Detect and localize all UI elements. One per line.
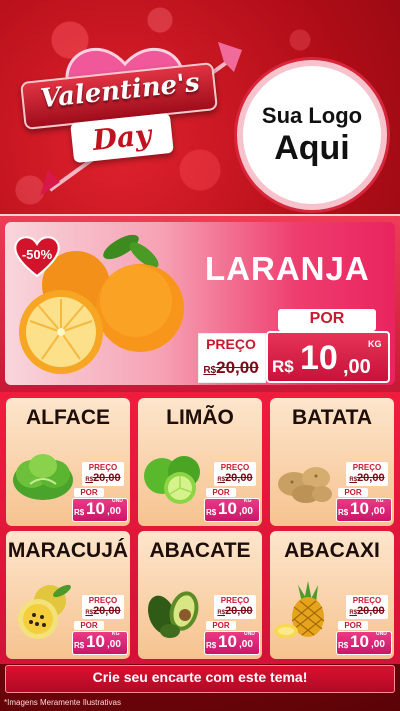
currency-symbol: R$ [272, 357, 294, 376]
new-price-label: POR [309, 310, 345, 327]
old-price: R$20,00 [203, 358, 259, 377]
product-name: LIMÃO [166, 406, 234, 429]
logo-line-2: Aqui [274, 129, 350, 167]
old-price-label: PREÇO [352, 596, 382, 605]
passion-fruit-image [18, 584, 71, 639]
hero-product-name: LARANJA [205, 250, 370, 287]
new-price-value: 10 [86, 632, 105, 651]
lime-image [144, 456, 200, 504]
new-price-value: 10 [218, 632, 237, 651]
logo-line-1: Sua Logo [261, 103, 363, 128]
old-price-label: PREÇO [88, 596, 118, 605]
new-price-cents: ,00 [239, 639, 253, 650]
product-name: MARACUJÁ [7, 539, 129, 562]
price-unit: UND [112, 498, 123, 504]
new-price-cents: ,00 [371, 639, 385, 650]
discount-label: -50% [21, 247, 53, 262]
currency-symbol: R$ [338, 641, 349, 650]
new-price-value: 10 [300, 339, 338, 377]
price-unit: UND [244, 631, 255, 637]
old-price-label: PREÇO [352, 463, 382, 472]
new-price-cents: ,00 [239, 506, 253, 517]
price-unit: KG [244, 498, 252, 504]
potato-image [278, 467, 332, 503]
pineapple-image [274, 581, 325, 638]
price-unit: KG [368, 339, 382, 349]
currency-symbol: R$ [74, 641, 85, 650]
product-name: ALFACE [26, 406, 110, 429]
old-price: R$20,00 [217, 605, 253, 617]
cta-label[interactable]: Crie seu encarte com este tema! [5, 669, 395, 685]
old-price: R$20,00 [349, 472, 385, 484]
lettuce-image [13, 454, 73, 500]
product-card: BATATA PREÇO R$20,00 POR R$ 10 ,00 KG [270, 398, 394, 526]
old-price-label: PREÇO [220, 596, 250, 605]
product-card: ABACAXI PREÇO R$20,00 POR R$ 10 ,00 UND [270, 531, 394, 659]
new-price-label: POR [338, 488, 368, 497]
currency-symbol: R$ [206, 641, 217, 650]
product-card: ALFACE PREÇO R$20,00 POR R$ 10 ,00 UND [6, 398, 130, 526]
old-price: R$20,00 [85, 605, 121, 617]
avocado-image [147, 591, 199, 638]
old-price: R$20,00 [349, 605, 385, 617]
product-name: ABACATE [149, 539, 251, 562]
product-name: BATATA [291, 406, 373, 429]
product-name: ABACAXI [284, 539, 380, 562]
currency-symbol: R$ [206, 508, 217, 517]
product-card: ABACATE PREÇO R$20,00 POR R$ 10 ,00 UND [138, 531, 262, 659]
price-unit: KG [376, 498, 384, 504]
new-price-label: POR [74, 621, 104, 630]
product-card: MARACUJÁ PREÇO R$20,00 POR R$ 10 ,00 KG [6, 531, 130, 659]
price-unit: UND [376, 631, 387, 637]
logo-placeholder: Sua Logo Aqui [237, 60, 387, 210]
new-price-cents: ,00 [371, 506, 385, 517]
new-price-cents: ,00 [107, 639, 121, 650]
currency-symbol: R$ [74, 508, 85, 517]
old-price: R$20,00 [85, 472, 121, 484]
new-price-cents: ,00 [107, 506, 121, 517]
disclaimer: *Imagens Meramente Ilustrativas [4, 698, 121, 707]
new-price-cents: ,00 [343, 356, 371, 378]
currency-symbol: R$ [338, 508, 349, 517]
new-price-value: 10 [86, 499, 105, 518]
old-price: R$20,00 [217, 472, 253, 484]
new-price-label: POR [206, 488, 236, 497]
old-price-label: PREÇO [206, 336, 256, 352]
old-price-label: PREÇO [88, 463, 118, 472]
new-price-label: POR [338, 621, 368, 630]
price-unit: KG [112, 631, 120, 637]
new-price-value: 10 [218, 499, 237, 518]
new-price-value: 10 [350, 499, 369, 518]
new-price-label: POR [74, 488, 104, 497]
new-price-value: 10 [350, 632, 369, 651]
product-card: LIMÃO PREÇO R$20,00 POR R$ 10 ,00 KG [138, 398, 262, 526]
flyer-page: Valentine's Day Sua Logo Aqui -50% LARAN… [0, 0, 400, 711]
old-price-label: PREÇO [220, 463, 250, 472]
new-price-label: POR [206, 621, 236, 630]
